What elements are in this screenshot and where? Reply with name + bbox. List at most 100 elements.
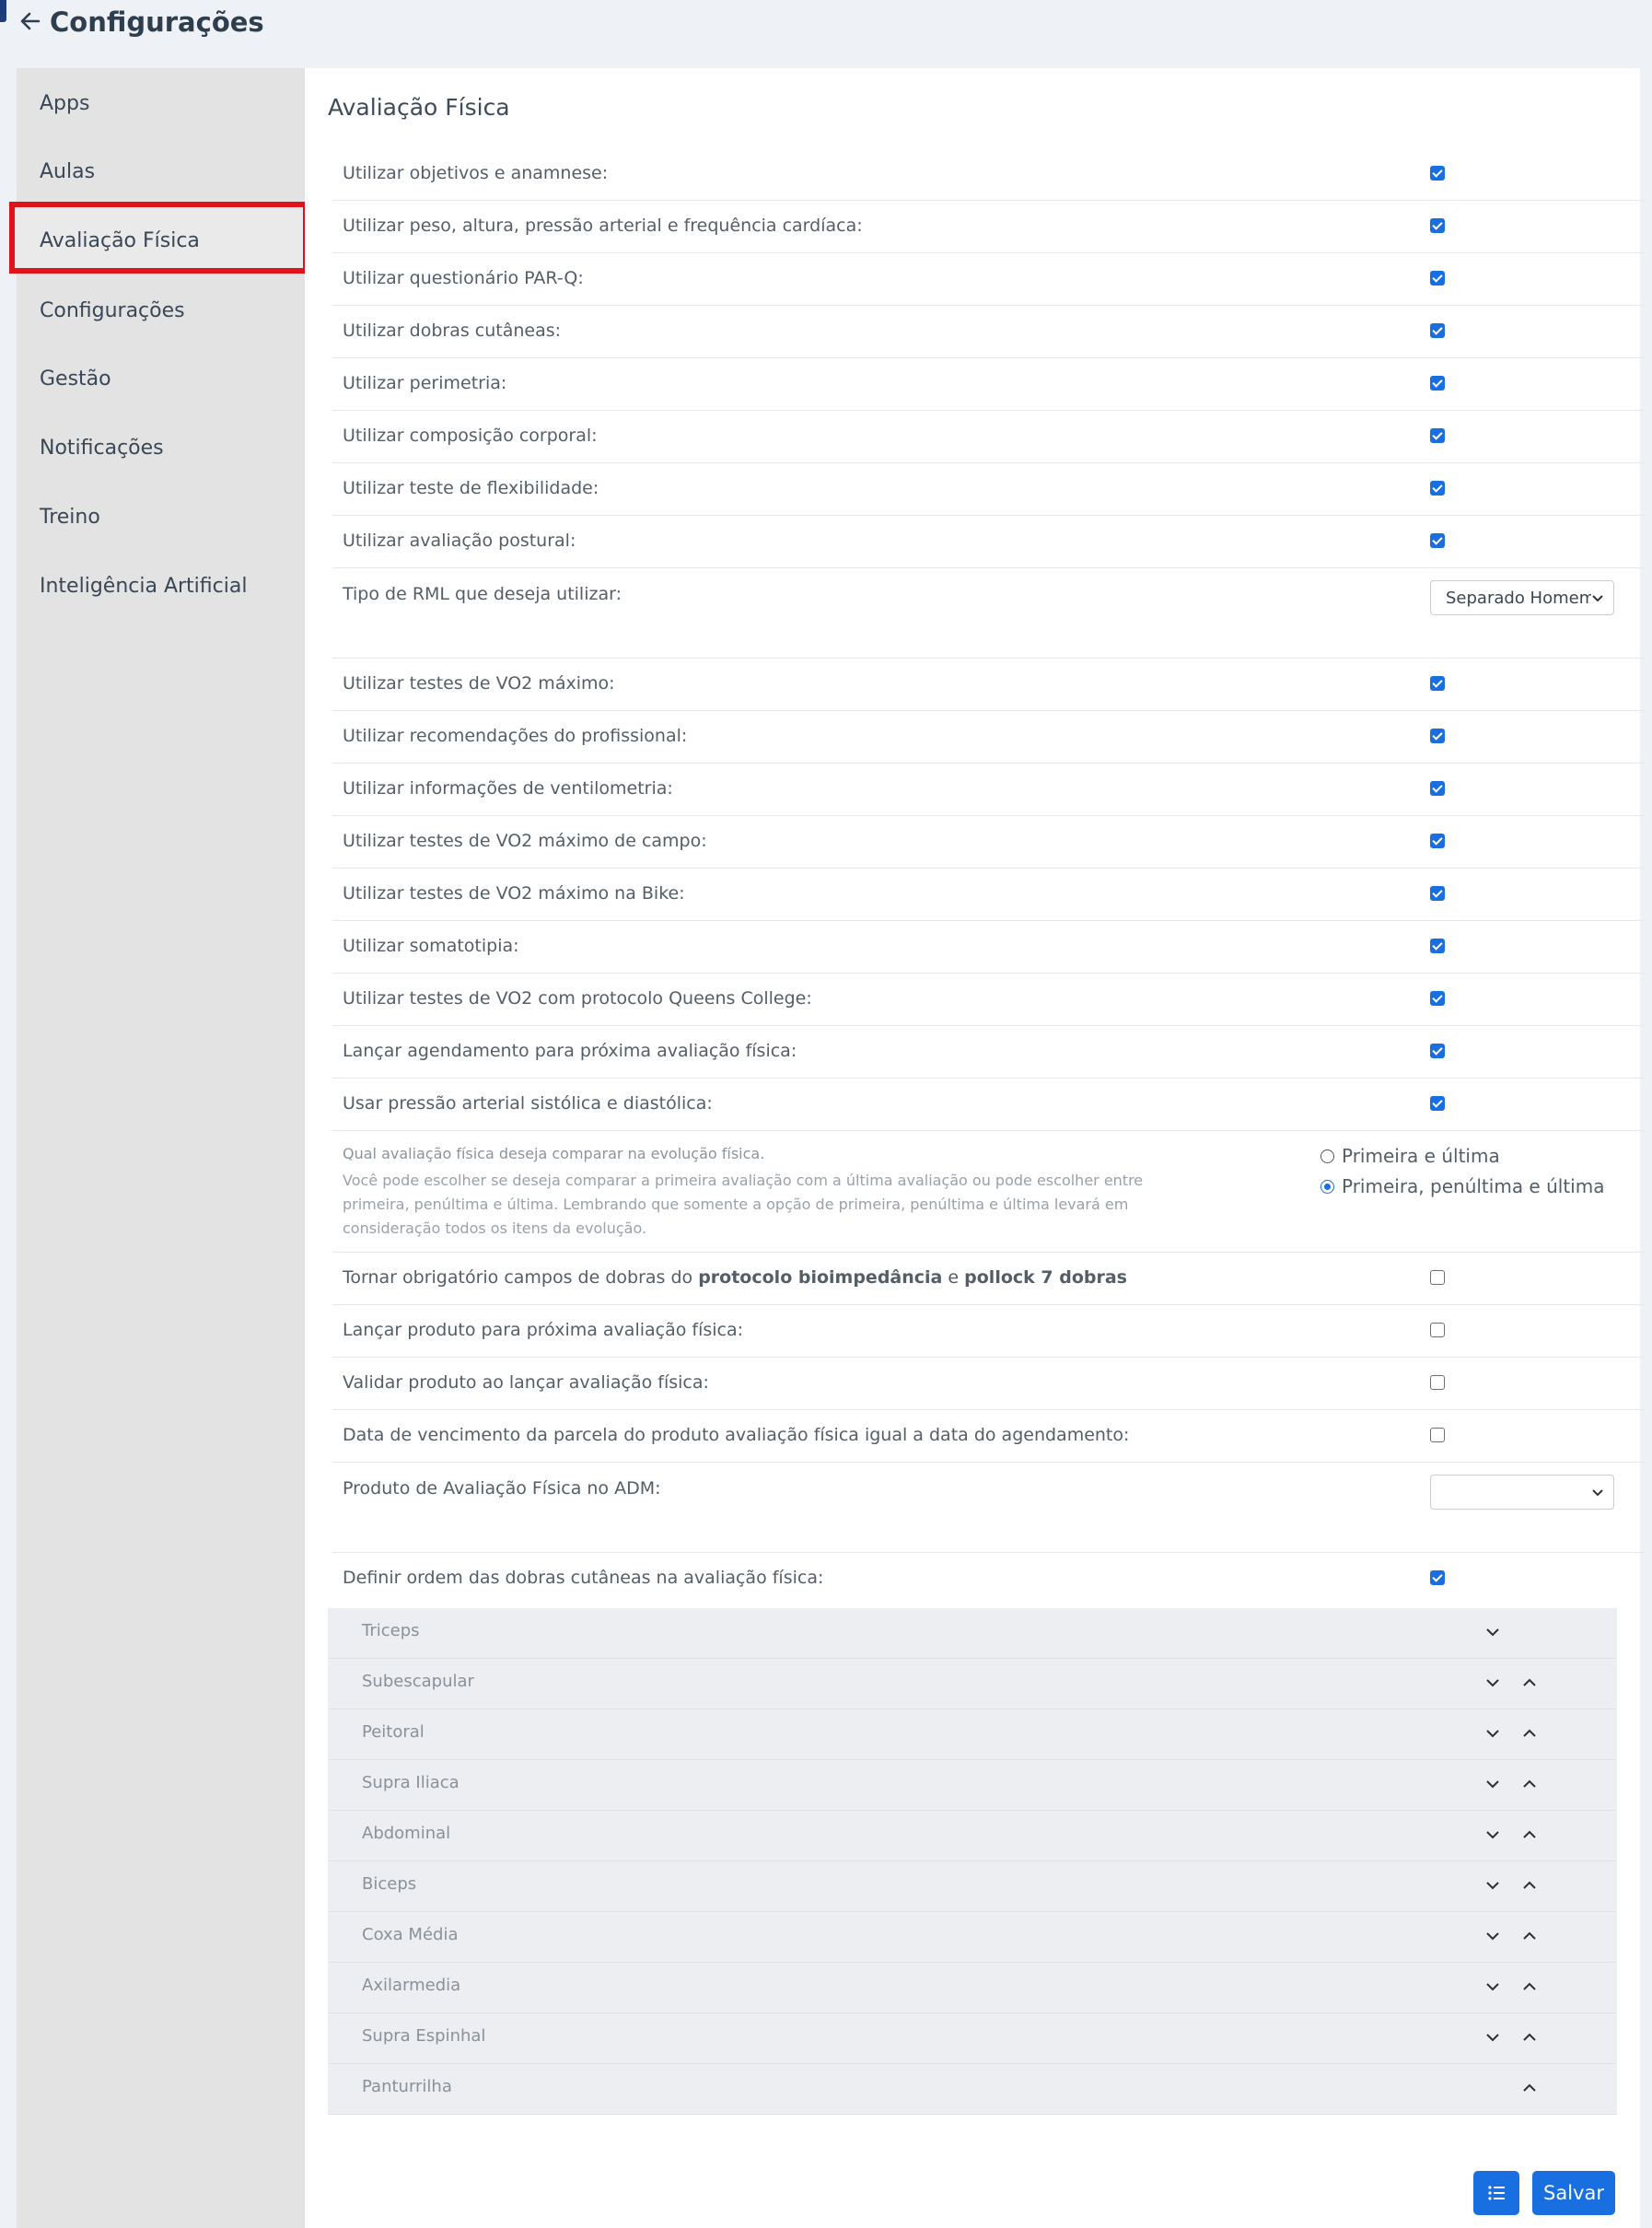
fold-item: Panturrilha — [328, 2064, 1617, 2115]
option-checkbox[interactable] — [1430, 481, 1445, 496]
option-checkbox[interactable] — [1430, 1375, 1445, 1390]
chevron-down-icon[interactable] — [1483, 1826, 1502, 1844]
fold-order-checkbox[interactable] — [1430, 1570, 1445, 1585]
option-checkbox[interactable] — [1430, 1323, 1445, 1337]
fold-item: Abdominal — [328, 1811, 1617, 1861]
sidebar-item-aulas[interactable]: Aulas — [40, 158, 95, 186]
chevron-down-icon[interactable] — [1483, 1876, 1502, 1895]
fold-item: Triceps — [328, 1608, 1617, 1659]
product-label: Produto de Avaliação Física no ADM: — [343, 1478, 661, 1499]
chevron-up-icon[interactable] — [1520, 2028, 1539, 2047]
chevron-down-icon[interactable] — [1483, 1977, 1502, 1996]
option-label: Utilizar recomendações do profissional: — [343, 726, 688, 746]
compare-radio-first-last-label: Primeira e última — [1342, 1145, 1500, 1167]
option-row: Utilizar testes de VO2 máximo na Bike: — [332, 868, 1645, 921]
chevron-down-icon — [1592, 595, 1603, 602]
option-row: Utilizar testes de VO2 máximo: — [332, 658, 1645, 711]
option-row: Lançar produto para próxima avaliação fí… — [332, 1304, 1645, 1358]
chevron-down-icon[interactable] — [1483, 1927, 1502, 1945]
sidebar-item-avaliacao-fisica[interactable]: Avaliação Física — [40, 227, 200, 255]
option-label: Data de vencimento da parcela do produto… — [343, 1425, 1130, 1445]
option-row: Utilizar objetivos e anamnese: — [332, 147, 1645, 201]
option-checkbox[interactable] — [1430, 781, 1445, 796]
mandatory-folds-checkbox[interactable] — [1430, 1270, 1445, 1285]
chevron-up-icon[interactable] — [1520, 1876, 1539, 1895]
chevron-up-icon[interactable] — [1520, 2079, 1539, 2097]
option-row: Utilizar peso, altura, pressão arterial … — [332, 200, 1645, 253]
list-button[interactable] — [1473, 2171, 1519, 2215]
option-label: Utilizar objetivos e anamnese: — [343, 163, 609, 183]
section-title: Avaliação Física — [328, 94, 510, 121]
option-label: Validar produto ao lançar avaliação físi… — [343, 1372, 709, 1393]
fold-order-list: Triceps Subescapular Peitoral Supra Ilia… — [328, 1608, 1617, 2115]
fold-label: Abdominal — [362, 1824, 451, 1843]
chevron-down-icon[interactable] — [1483, 1775, 1502, 1793]
fold-label: Panturrilha — [362, 2077, 452, 2096]
option-checkbox[interactable] — [1430, 834, 1445, 848]
option-checkbox[interactable] — [1430, 1096, 1445, 1111]
chevron-down-icon[interactable] — [1483, 2028, 1502, 2047]
option-label: Utilizar avaliação postural: — [343, 531, 576, 551]
arrow-left-icon[interactable] — [18, 7, 42, 35]
sidebar-item-treino[interactable]: Treino — [40, 504, 100, 531]
option-checkbox[interactable] — [1430, 939, 1445, 953]
chevron-down-icon[interactable] — [1483, 1724, 1502, 1743]
option-label: Usar pressão arterial sistólica e diastó… — [343, 1093, 713, 1114]
option-checkbox[interactable] — [1430, 166, 1445, 181]
sidebar-item-apps[interactable]: Apps — [40, 90, 89, 118]
chevron-up-icon[interactable] — [1520, 1775, 1539, 1793]
compare-radio-first-penult-last[interactable] — [1320, 1180, 1334, 1194]
option-checkbox[interactable] — [1430, 1428, 1445, 1442]
option-checkbox[interactable] — [1430, 271, 1445, 286]
sidebar-item-gestao[interactable]: Gestão — [40, 366, 111, 393]
option-row: Utilizar dobras cutâneas: — [332, 305, 1645, 358]
top-bar: Configurações — [0, 0, 1652, 46]
option-row: Utilizar composição corporal: — [332, 410, 1645, 463]
chevron-down-icon[interactable] — [1483, 1623, 1502, 1641]
product-select[interactable] — [1430, 1475, 1614, 1510]
option-row: Utilizar informações de ventilometria: — [332, 763, 1645, 816]
chevron-up-icon[interactable] — [1520, 1674, 1539, 1692]
fold-label: Subescapular — [362, 1672, 474, 1691]
chevron-up-icon[interactable] — [1520, 1927, 1539, 1945]
fold-item: Supra Espinhal — [328, 2013, 1617, 2064]
option-checkbox[interactable] — [1430, 218, 1445, 233]
option-checkbox[interactable] — [1430, 323, 1445, 338]
sidebar-item-inteligencia-artificial[interactable]: Inteligência Artificial — [40, 573, 247, 601]
sidebar-item-notificacoes[interactable]: Notificações — [40, 435, 164, 462]
compare-row: Qual avaliação física deseja comparar na… — [332, 1130, 1645, 1253]
compare-radio-first-last[interactable] — [1320, 1149, 1334, 1163]
option-checkbox[interactable] — [1430, 886, 1445, 901]
option-checkbox[interactable] — [1430, 1044, 1445, 1058]
option-checkbox[interactable] — [1430, 676, 1445, 691]
sidebar-item-configuracoes[interactable]: Configurações — [40, 297, 185, 325]
chevron-up-icon[interactable] — [1520, 1977, 1539, 1996]
chevron-down-icon[interactable] — [1483, 1674, 1502, 1692]
fold-order-row: Definir ordem das dobras cutâneas na ava… — [332, 1552, 1645, 1604]
fold-item: Peitoral — [328, 1709, 1617, 1760]
settings-panel: Avaliação Física Utilizar objetivos e an… — [305, 68, 1645, 2228]
option-checkbox[interactable] — [1430, 991, 1445, 1006]
option-checkbox[interactable] — [1430, 533, 1445, 548]
option-row: Utilizar recomendações do profissional: — [332, 710, 1645, 764]
option-checkbox[interactable] — [1430, 729, 1445, 743]
mandatory-folds-label: Tornar obrigatório campos de dobras do p… — [343, 1267, 1127, 1288]
option-checkbox[interactable] — [1430, 428, 1445, 443]
option-checkbox[interactable] — [1430, 376, 1445, 391]
sidebar: Apps Aulas Avaliação Física Configuraçõe… — [9, 68, 308, 2228]
option-row: Usar pressão arterial sistólica e diastó… — [332, 1078, 1645, 1131]
compare-help-text: Você pode escolher se deseja comparar a … — [343, 1172, 1144, 1237]
save-button[interactable]: Salvar — [1532, 2171, 1615, 2215]
option-row: Utilizar testes de VO2 máximo de campo: — [332, 815, 1645, 869]
rml-select[interactable]: Separado Homem/ — [1430, 580, 1614, 615]
chevron-up-icon[interactable] — [1520, 1724, 1539, 1743]
fold-label: Coxa Média — [362, 1925, 459, 1944]
option-label: Utilizar perimetria: — [343, 373, 507, 393]
chevron-up-icon[interactable] — [1520, 1826, 1539, 1844]
fold-label: Peitoral — [362, 1722, 425, 1742]
fold-item: Axilarmedia — [328, 1963, 1617, 2013]
compare-title: Qual avaliação física deseja comparar na… — [343, 1145, 765, 1162]
fold-item: Subescapular — [328, 1659, 1617, 1709]
fold-item: Coxa Média — [328, 1912, 1617, 1963]
option-label: Utilizar testes de VO2 máximo: — [343, 673, 615, 694]
